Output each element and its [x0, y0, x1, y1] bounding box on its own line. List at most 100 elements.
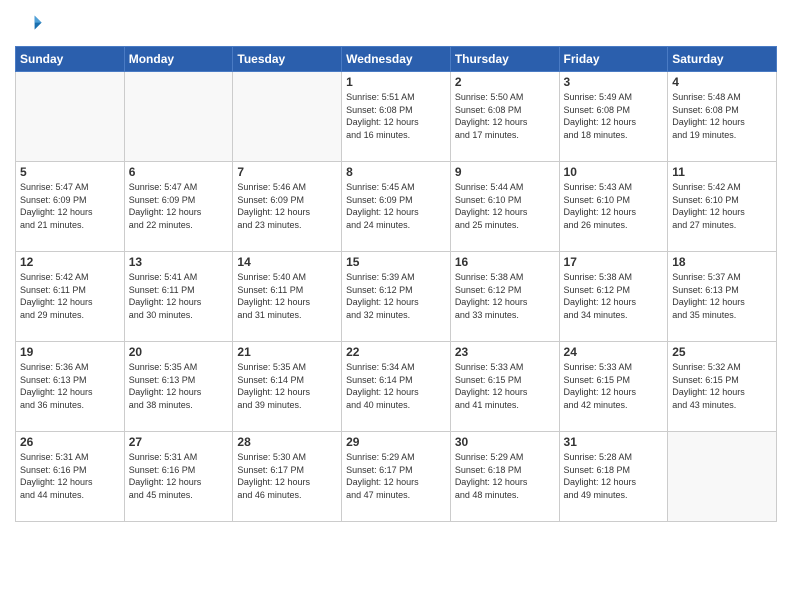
day-cell [668, 432, 777, 522]
day-cell: 7 Sunrise: 5:46 AM Sunset: 6:09 PM Daylig… [233, 162, 342, 252]
day-cell: 26 Sunrise: 5:31 AM Sunset: 6:16 PM Dayli… [16, 432, 125, 522]
day-number: 1 [346, 75, 446, 89]
day-cell: 13 Sunrise: 5:41 AM Sunset: 6:11 PM Dayli… [124, 252, 233, 342]
weekday-friday: Friday [559, 47, 668, 72]
day-info: Sunrise: 5:44 AM Sunset: 6:10 PM Dayligh… [455, 181, 555, 231]
day-cell [16, 72, 125, 162]
day-number: 12 [20, 255, 120, 269]
day-number: 22 [346, 345, 446, 359]
day-number: 26 [20, 435, 120, 449]
day-cell: 24 Sunrise: 5:33 AM Sunset: 6:15 PM Dayli… [559, 342, 668, 432]
weekday-header-row: SundayMondayTuesdayWednesdayThursdayFrid… [16, 47, 777, 72]
day-info: Sunrise: 5:41 AM Sunset: 6:11 PM Dayligh… [129, 271, 229, 321]
day-number: 4 [672, 75, 772, 89]
weekday-wednesday: Wednesday [342, 47, 451, 72]
day-cell: 4 Sunrise: 5:48 AM Sunset: 6:08 PM Daylig… [668, 72, 777, 162]
weekday-thursday: Thursday [450, 47, 559, 72]
day-cell: 9Sunrise: 5:44 AM Sunset: 6:10 PM Daylig… [450, 162, 559, 252]
day-info: Sunrise: 5:33 AM Sunset: 6:15 PM Dayligh… [455, 361, 555, 411]
day-info: Sunrise: 5:38 AM Sunset: 6:12 PM Dayligh… [455, 271, 555, 321]
day-info: Sunrise: 5:39 AM Sunset: 6:12 PM Dayligh… [346, 271, 446, 321]
calendar-header: SundayMondayTuesdayWednesdayThursdayFrid… [16, 47, 777, 72]
day-number: 25 [672, 345, 772, 359]
day-cell: 3 Sunrise: 5:49 AM Sunset: 6:08 PM Daylig… [559, 72, 668, 162]
day-info: Sunrise: 5:29 AM Sunset: 6:18 PM Dayligh… [455, 451, 555, 501]
day-number: 18 [672, 255, 772, 269]
day-cell: 30Sunrise: 5:29 AM Sunset: 6:18 PM Dayli… [450, 432, 559, 522]
weekday-saturday: Saturday [668, 47, 777, 72]
day-info: Sunrise: 5:30 AM Sunset: 6:17 PM Dayligh… [237, 451, 337, 501]
day-info: Sunrise: 5:45 AM Sunset: 6:09 PM Dayligh… [346, 181, 446, 231]
day-cell: 16Sunrise: 5:38 AM Sunset: 6:12 PM Dayli… [450, 252, 559, 342]
day-number: 24 [564, 345, 664, 359]
day-number: 29 [346, 435, 446, 449]
day-number: 31 [564, 435, 664, 449]
day-cell: 1Sunrise: 5:51 AM Sunset: 6:08 PM Daylig… [342, 72, 451, 162]
day-info: Sunrise: 5:42 AM Sunset: 6:10 PM Dayligh… [672, 181, 772, 231]
day-info: Sunrise: 5:38 AM Sunset: 6:12 PM Dayligh… [564, 271, 664, 321]
logo [15, 10, 47, 38]
day-cell: 28 Sunrise: 5:30 AM Sunset: 6:17 PM Dayli… [233, 432, 342, 522]
day-number: 6 [129, 165, 229, 179]
day-number: 2 [455, 75, 555, 89]
day-cell: 19 Sunrise: 5:36 AM Sunset: 6:13 PM Dayli… [16, 342, 125, 432]
day-cell: 8 Sunrise: 5:45 AM Sunset: 6:09 PM Daylig… [342, 162, 451, 252]
day-cell: 11 Sunrise: 5:42 AM Sunset: 6:10 PM Dayli… [668, 162, 777, 252]
calendar-body: 1Sunrise: 5:51 AM Sunset: 6:08 PM Daylig… [16, 72, 777, 522]
day-cell: 12 Sunrise: 5:42 AM Sunset: 6:11 PM Dayli… [16, 252, 125, 342]
day-number: 8 [346, 165, 446, 179]
weekday-tuesday: Tuesday [233, 47, 342, 72]
weekday-sunday: Sunday [16, 47, 125, 72]
day-info: Sunrise: 5:43 AM Sunset: 6:10 PM Dayligh… [564, 181, 664, 231]
day-cell: 25 Sunrise: 5:32 AM Sunset: 6:15 PM Dayli… [668, 342, 777, 432]
day-info: Sunrise: 5:49 AM Sunset: 6:08 PM Dayligh… [564, 91, 664, 141]
day-info: Sunrise: 5:37 AM Sunset: 6:13 PM Dayligh… [672, 271, 772, 321]
day-number: 5 [20, 165, 120, 179]
day-number: 14 [237, 255, 337, 269]
day-cell: 23 Sunrise: 5:33 AM Sunset: 6:15 PM Dayli… [450, 342, 559, 432]
day-cell: 29 Sunrise: 5:29 AM Sunset: 6:17 PM Dayli… [342, 432, 451, 522]
day-info: Sunrise: 5:40 AM Sunset: 6:11 PM Dayligh… [237, 271, 337, 321]
day-info: Sunrise: 5:50 AM Sunset: 6:08 PM Dayligh… [455, 91, 555, 141]
day-cell [124, 72, 233, 162]
day-info: Sunrise: 5:31 AM Sunset: 6:16 PM Dayligh… [129, 451, 229, 501]
day-number: 13 [129, 255, 229, 269]
day-number: 10 [564, 165, 664, 179]
day-number: 20 [129, 345, 229, 359]
day-info: Sunrise: 5:36 AM Sunset: 6:13 PM Dayligh… [20, 361, 120, 411]
day-number: 28 [237, 435, 337, 449]
page-header [15, 10, 777, 38]
day-number: 19 [20, 345, 120, 359]
day-number: 3 [564, 75, 664, 89]
day-cell: 21 Sunrise: 5:35 AM Sunset: 6:14 PM Dayli… [233, 342, 342, 432]
weekday-monday: Monday [124, 47, 233, 72]
day-info: Sunrise: 5:31 AM Sunset: 6:16 PM Dayligh… [20, 451, 120, 501]
day-info: Sunrise: 5:32 AM Sunset: 6:15 PM Dayligh… [672, 361, 772, 411]
day-number: 7 [237, 165, 337, 179]
day-info: Sunrise: 5:28 AM Sunset: 6:18 PM Dayligh… [564, 451, 664, 501]
day-info: Sunrise: 5:46 AM Sunset: 6:09 PM Dayligh… [237, 181, 337, 231]
day-number: 17 [564, 255, 664, 269]
day-number: 23 [455, 345, 555, 359]
day-cell: 14 Sunrise: 5:40 AM Sunset: 6:11 PM Dayli… [233, 252, 342, 342]
day-info: Sunrise: 5:48 AM Sunset: 6:08 PM Dayligh… [672, 91, 772, 141]
week-row-5: 26 Sunrise: 5:31 AM Sunset: 6:16 PM Dayli… [16, 432, 777, 522]
week-row-2: 5 Sunrise: 5:47 AM Sunset: 6:09 PM Daylig… [16, 162, 777, 252]
day-info: Sunrise: 5:35 AM Sunset: 6:13 PM Dayligh… [129, 361, 229, 411]
day-cell: 15Sunrise: 5:39 AM Sunset: 6:12 PM Dayli… [342, 252, 451, 342]
day-cell: 10 Sunrise: 5:43 AM Sunset: 6:10 PM Dayli… [559, 162, 668, 252]
day-info: Sunrise: 5:34 AM Sunset: 6:14 PM Dayligh… [346, 361, 446, 411]
day-info: Sunrise: 5:47 AM Sunset: 6:09 PM Dayligh… [20, 181, 120, 231]
day-cell: 5 Sunrise: 5:47 AM Sunset: 6:09 PM Daylig… [16, 162, 125, 252]
week-row-4: 19 Sunrise: 5:36 AM Sunset: 6:13 PM Dayli… [16, 342, 777, 432]
day-cell: 20 Sunrise: 5:35 AM Sunset: 6:13 PM Dayli… [124, 342, 233, 432]
day-number: 21 [237, 345, 337, 359]
day-cell: 31 Sunrise: 5:28 AM Sunset: 6:18 PM Dayli… [559, 432, 668, 522]
day-info: Sunrise: 5:33 AM Sunset: 6:15 PM Dayligh… [564, 361, 664, 411]
day-info: Sunrise: 5:29 AM Sunset: 6:17 PM Dayligh… [346, 451, 446, 501]
day-cell: 17 Sunrise: 5:38 AM Sunset: 6:12 PM Dayli… [559, 252, 668, 342]
day-number: 11 [672, 165, 772, 179]
day-cell: 27Sunrise: 5:31 AM Sunset: 6:16 PM Dayli… [124, 432, 233, 522]
day-info: Sunrise: 5:42 AM Sunset: 6:11 PM Dayligh… [20, 271, 120, 321]
day-info: Sunrise: 5:35 AM Sunset: 6:14 PM Dayligh… [237, 361, 337, 411]
